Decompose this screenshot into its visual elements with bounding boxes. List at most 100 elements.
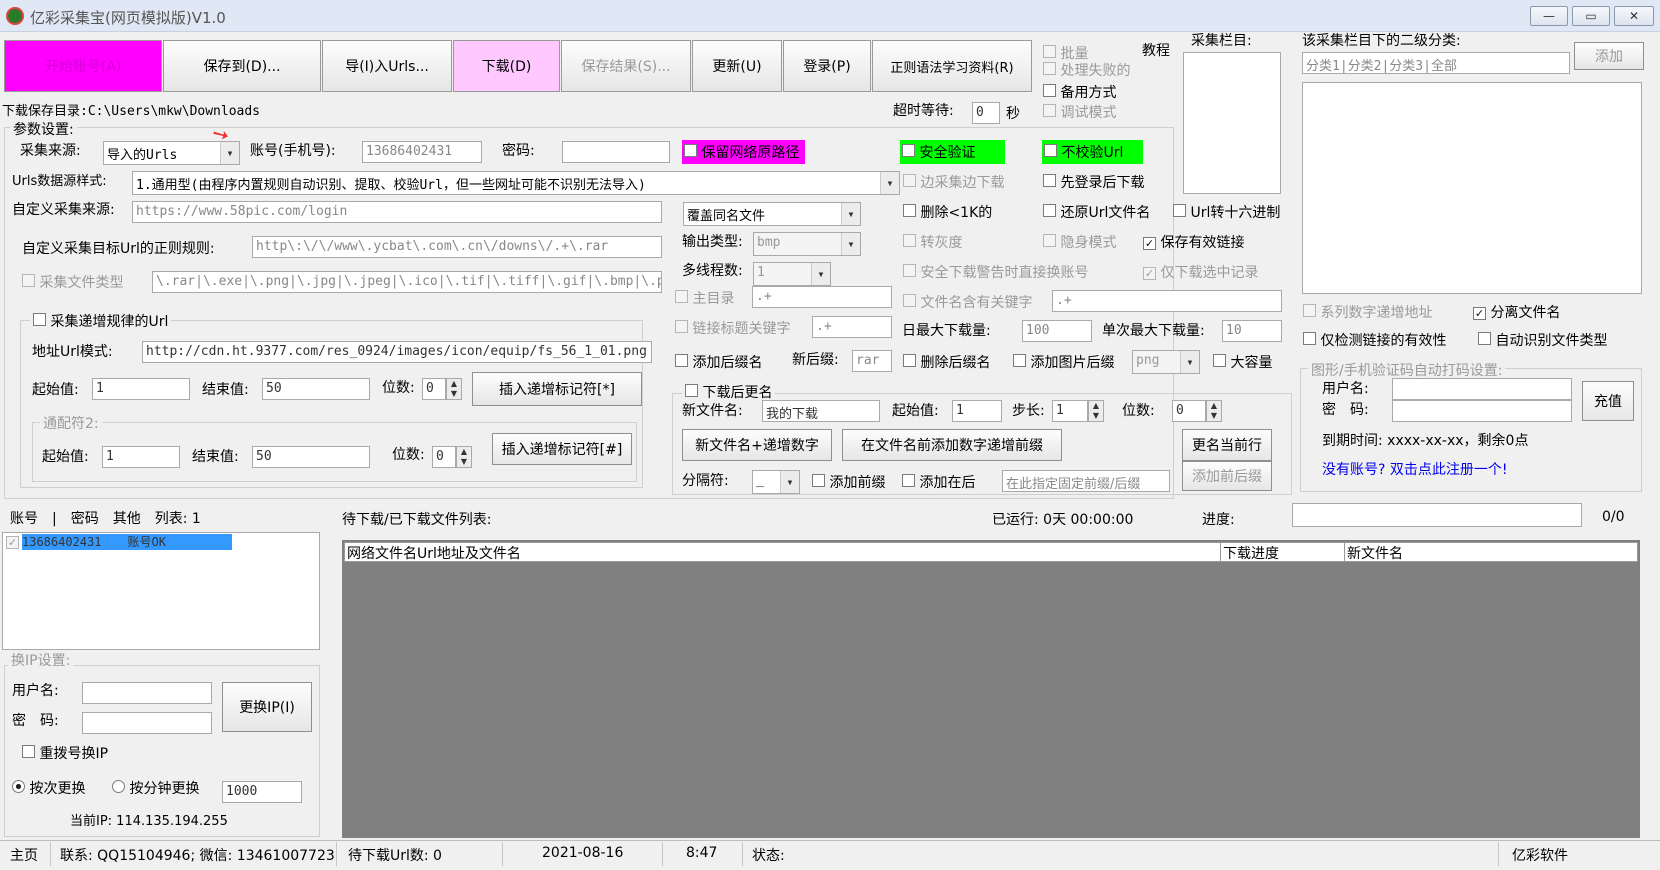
fixed-affix-input[interactable]: 在此指定固定前缀/后缀 — [1002, 470, 1170, 492]
home-link[interactable]: 主页 — [10, 845, 38, 865]
new-suffix-input[interactable]: rar — [852, 350, 892, 372]
add-subcat-button[interactable]: 添加 — [1574, 42, 1644, 70]
save-result-button[interactable]: 保存结果(S)... — [561, 40, 691, 92]
incr-option[interactable]: 采集递增规律的Url — [30, 311, 172, 331]
step-input[interactable]: 1 — [1052, 400, 1088, 422]
hex-option[interactable]: Url转十六进制 — [1173, 202, 1280, 222]
prefix-increment-button[interactable]: 在文件名前添加数字递增前缀 — [842, 429, 1062, 461]
account-row[interactable]: 13686402431账号OK — [6, 534, 232, 550]
timeout-input[interactable]: 0 — [972, 102, 1000, 124]
file-list[interactable] — [342, 540, 1640, 838]
link-kw-option[interactable]: 链接标题关键字 — [675, 318, 790, 338]
auto-type-option[interactable]: 自动识别文件类型 — [1478, 330, 1607, 350]
step-spinner[interactable]: ▲ ▼ — [1088, 400, 1104, 422]
kw-in-name-option[interactable]: 文件名含有关键字 — [903, 292, 1032, 312]
digits2-spinner[interactable]: ▲ ▼ — [456, 446, 472, 468]
recharge-button[interactable]: 充值 — [1582, 381, 1634, 421]
subcat-input[interactable]: 分类1|分类2|分类3|全部 — [1302, 52, 1570, 74]
digits-input[interactable]: 0 — [422, 378, 446, 400]
close-button[interactable]: ✕ — [1614, 6, 1654, 26]
restore-name-option[interactable]: 还原Url文件名 — [1043, 202, 1150, 222]
col-url-header[interactable]: 网络文件名Url地址及文件名 — [345, 543, 1221, 562]
column-list[interactable] — [1183, 52, 1281, 194]
by-minute-radio[interactable]: 按分钟更换 — [112, 778, 199, 798]
regex-input[interactable]: http\:\/\/www\.ycbat\.com\.cn\/downs\/.+… — [252, 236, 662, 258]
start-input[interactable]: 1 — [92, 378, 190, 400]
add-after-option[interactable]: 添加在后 — [902, 472, 975, 492]
rename-row-button[interactable]: 更名当前行 — [1182, 429, 1272, 461]
overwrite-select[interactable]: 覆盖同名文件 — [683, 202, 861, 226]
col-newname-header[interactable]: 新文件名 — [1345, 543, 1403, 562]
sep-select[interactable]: _ — [752, 470, 800, 494]
keep-path-option[interactable]: 保留网络原路径 — [682, 140, 806, 164]
main-dir-input[interactable]: .+ — [752, 286, 892, 308]
warn-switch-option[interactable]: 安全下载警告时直接换账号 — [903, 262, 1088, 282]
start2-input[interactable]: 1 — [102, 446, 180, 468]
grayscale-option[interactable]: 转灰度 — [903, 232, 962, 252]
save-to-button[interactable]: 保存到(D)... — [163, 40, 321, 92]
main-dir-option[interactable]: 主目录 — [675, 288, 734, 308]
kw-in-name-input[interactable]: .+ — [1052, 290, 1282, 312]
insert-marker-star-button[interactable]: 插入递增标记符[*] — [472, 372, 642, 406]
digits2-input[interactable]: 0 — [432, 446, 456, 468]
debug-option[interactable]: 调试模式 — [1043, 102, 1116, 122]
link-kw-input[interactable]: .+ — [812, 316, 892, 338]
download-button[interactable]: 下载(D) — [453, 40, 560, 92]
only-selected-option[interactable]: 仅下载选中记录 — [1143, 262, 1258, 282]
password-input[interactable] — [562, 141, 670, 163]
addr-input[interactable]: http://cdn.ht.9377.com/res_0924/images/i… — [142, 341, 652, 363]
save-valid-option[interactable]: 保存有效链接 — [1143, 232, 1244, 252]
del-small-option[interactable]: 删除<1K的 — [903, 202, 992, 222]
import-urls-button[interactable]: 导(I)入Urls... — [322, 40, 452, 92]
stealth-option[interactable]: 隐身模式 — [1043, 232, 1116, 252]
digits-spinner[interactable]: ▲ ▼ — [446, 378, 462, 400]
threads-select[interactable]: 1 — [753, 262, 831, 286]
ip-user-input[interactable] — [82, 682, 212, 704]
add-img-suffix-option[interactable]: 添加图片后缀 — [1013, 352, 1114, 372]
captcha-pwd-input[interactable] — [1392, 400, 1572, 422]
rename-digits-input[interactable]: 0 — [1172, 400, 1206, 422]
large-capacity-option[interactable]: 大容量 — [1213, 352, 1272, 372]
tutorial-link[interactable]: 教程 — [1142, 40, 1170, 60]
subcat-list[interactable] — [1302, 82, 1642, 294]
rename-option[interactable]: 下载后更名 — [682, 382, 776, 402]
start-account-button[interactable]: 开始账号(A) — [4, 40, 162, 92]
newname-increment-button[interactable]: 新文件名+递增数字 — [682, 429, 832, 461]
redial-option[interactable]: 重拨号换IP — [22, 743, 108, 763]
by-count-radio[interactable]: 按次更换 — [12, 778, 85, 798]
account-input[interactable]: 13686402431 — [362, 141, 482, 163]
secure-verify-option[interactable]: 安全验证 — [900, 140, 1006, 164]
end-input[interactable]: 50 — [262, 378, 370, 400]
login-button[interactable]: 登录(P) — [783, 40, 871, 92]
col-progress-header[interactable]: 下载进度 — [1221, 543, 1345, 562]
update-button[interactable]: 更新(U) — [692, 40, 782, 92]
insert-marker-hash-button[interactable]: 插入递增标记符[#] — [492, 433, 632, 465]
filetype-input[interactable]: \.rar|\.exe|\.png|\.jpg|\.jpeg|\.ico|\.t… — [152, 271, 662, 293]
rename-digits-spinner[interactable]: ▲ ▼ — [1206, 400, 1222, 422]
process-failed-option[interactable]: 处理失败的 — [1043, 60, 1130, 80]
regex-docs-button[interactable]: 正则语法学习资料(R) — [872, 40, 1032, 92]
serial-option[interactable]: 系列数字递增地址 — [1303, 302, 1432, 322]
minimize-button[interactable]: — — [1530, 6, 1568, 26]
end2-input[interactable]: 50 — [252, 446, 370, 468]
split-name-option[interactable]: 分离文件名 — [1473, 302, 1560, 322]
interval-input[interactable]: 1000 — [222, 781, 302, 803]
ip-pwd-input[interactable] — [82, 712, 212, 734]
register-link[interactable]: 没有账号? 双击点此注册一个! — [1322, 459, 1508, 479]
login-first-option[interactable]: 先登录后下载 — [1043, 172, 1144, 192]
newname-input[interactable]: 我的下载 — [762, 400, 880, 422]
no-verify-url-option[interactable]: 不校验Url — [1042, 140, 1144, 164]
edge-download-option[interactable]: 边采集边下载 — [903, 172, 1004, 192]
captcha-user-input[interactable] — [1392, 378, 1572, 400]
single-max-input[interactable]: 10 — [1222, 320, 1282, 342]
custom-source-input[interactable]: https://www.58pic.com/login — [132, 201, 662, 223]
img-suffix-select[interactable]: png — [1132, 350, 1200, 374]
backup-option[interactable]: 备用方式 — [1043, 82, 1116, 102]
output-select[interactable]: bmp — [753, 232, 861, 256]
del-suffix-option[interactable]: 删除后缀名 — [903, 352, 990, 372]
add-prefix-option[interactable]: 添加前缀 — [812, 472, 885, 492]
maximize-button[interactable]: ▭ — [1572, 6, 1610, 26]
add-suffix-option[interactable]: 添加后缀名 — [675, 352, 762, 372]
check-valid-option[interactable]: 仅检测链接的有效性 — [1303, 330, 1446, 350]
rename-start-input[interactable]: 1 — [952, 400, 1002, 422]
